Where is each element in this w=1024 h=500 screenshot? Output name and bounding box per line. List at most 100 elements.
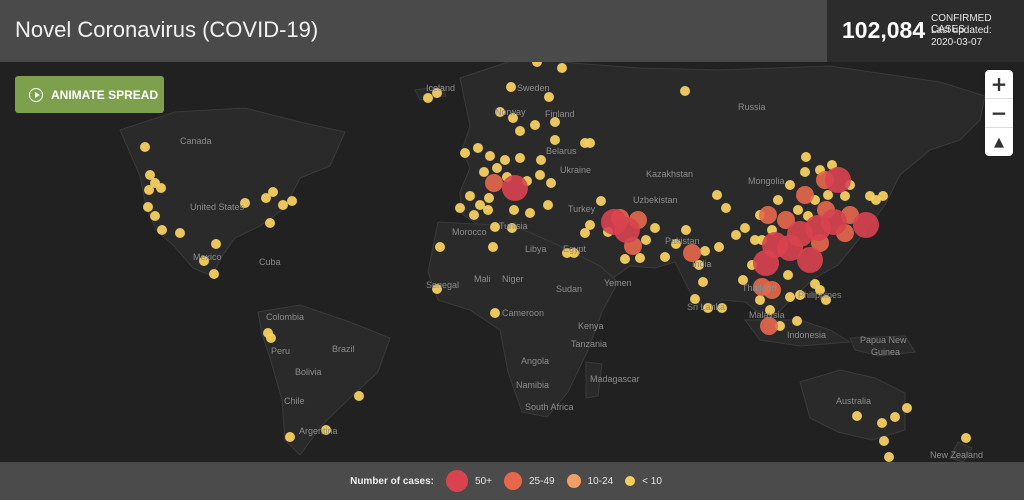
- case-marker[interactable]: [700, 246, 710, 256]
- case-marker[interactable]: [502, 175, 528, 201]
- case-marker[interactable]: [143, 202, 153, 212]
- case-marker[interactable]: [509, 205, 519, 215]
- case-marker[interactable]: [596, 196, 606, 206]
- case-marker[interactable]: [550, 135, 560, 145]
- case-marker[interactable]: [853, 212, 879, 238]
- case-marker[interactable]: [525, 208, 535, 218]
- case-marker[interactable]: [698, 277, 708, 287]
- case-marker[interactable]: [506, 82, 516, 92]
- reset-north-button[interactable]: ▲: [985, 128, 1013, 156]
- case-marker[interactable]: [157, 225, 167, 235]
- case-marker[interactable]: [546, 178, 556, 188]
- case-marker[interactable]: [721, 203, 731, 213]
- case-marker[interactable]: [614, 217, 640, 243]
- case-marker[interactable]: [797, 247, 823, 273]
- case-marker[interactable]: [783, 270, 793, 280]
- case-marker[interactable]: [821, 209, 847, 235]
- case-marker[interactable]: [140, 142, 150, 152]
- case-marker[interactable]: [580, 138, 590, 148]
- case-marker[interactable]: [278, 200, 288, 210]
- case-marker[interactable]: [753, 250, 779, 276]
- country-label: Indonesia: [787, 330, 827, 340]
- case-marker[interactable]: [759, 206, 777, 224]
- case-marker[interactable]: [650, 223, 660, 233]
- country-label: Libya: [525, 244, 547, 254]
- legend-item-50-plus: 50+: [446, 470, 492, 492]
- case-marker[interactable]: [660, 252, 670, 262]
- case-marker[interactable]: [485, 174, 503, 192]
- case-marker[interactable]: [585, 220, 595, 230]
- case-marker[interactable]: [287, 196, 297, 206]
- case-marker[interactable]: [515, 153, 525, 163]
- zoom-out-button[interactable]: −: [985, 99, 1013, 128]
- world-map[interactable]: Canada United States Mexico Cuba Colombia Per…: [0, 62, 1024, 462]
- case-marker[interactable]: [823, 190, 833, 200]
- case-marker[interactable]: [265, 218, 275, 228]
- case-marker[interactable]: [535, 170, 545, 180]
- case-marker[interactable]: [479, 167, 489, 177]
- case-marker[interactable]: [354, 391, 364, 401]
- animate-spread-button[interactable]: ANIMATE SPREAD: [15, 76, 164, 113]
- case-marker[interactable]: [490, 308, 500, 318]
- case-marker[interactable]: [557, 63, 567, 73]
- case-marker[interactable]: [423, 93, 433, 103]
- case-marker[interactable]: [825, 167, 851, 193]
- case-marker[interactable]: [641, 235, 651, 245]
- case-marker[interactable]: [890, 412, 900, 422]
- case-marker[interactable]: [515, 126, 525, 136]
- case-marker[interactable]: [500, 155, 510, 165]
- case-marker[interactable]: [792, 316, 802, 326]
- case-marker[interactable]: [681, 225, 691, 235]
- case-marker[interactable]: [785, 292, 795, 302]
- case-marker[interactable]: [268, 187, 278, 197]
- case-marker[interactable]: [793, 205, 803, 215]
- case-marker[interactable]: [488, 242, 498, 252]
- case-marker[interactable]: [530, 120, 540, 130]
- case-marker[interactable]: [544, 92, 554, 102]
- case-marker[interactable]: [266, 333, 276, 343]
- case-marker[interactable]: [455, 203, 465, 213]
- case-marker[interactable]: [877, 418, 887, 428]
- case-marker[interactable]: [714, 242, 724, 252]
- country-label: Tanzania: [571, 339, 608, 349]
- case-marker[interactable]: [902, 403, 912, 413]
- case-marker[interactable]: [492, 163, 502, 173]
- case-marker[interactable]: [543, 200, 553, 210]
- case-marker[interactable]: [150, 211, 160, 221]
- case-marker[interactable]: [635, 253, 645, 263]
- case-marker[interactable]: [536, 155, 546, 165]
- case-marker[interactable]: [878, 191, 888, 201]
- case-marker[interactable]: [473, 143, 483, 153]
- case-marker[interactable]: [483, 205, 493, 215]
- case-marker[interactable]: [285, 432, 295, 442]
- case-marker[interactable]: [773, 195, 783, 205]
- case-marker[interactable]: [796, 186, 814, 204]
- case-marker[interactable]: [156, 183, 166, 193]
- case-marker[interactable]: [884, 452, 894, 462]
- case-marker[interactable]: [209, 269, 219, 279]
- country-label: Thailand: [742, 283, 777, 293]
- zoom-in-button[interactable]: +: [985, 70, 1013, 99]
- case-marker[interactable]: [484, 193, 494, 203]
- case-marker[interactable]: [801, 152, 811, 162]
- legend-bar: Number of cases: 50+ 25-49 10-24 < 10: [0, 462, 1024, 500]
- case-marker[interactable]: [485, 151, 495, 161]
- case-marker[interactable]: [755, 295, 765, 305]
- case-marker[interactable]: [740, 223, 750, 233]
- case-marker[interactable]: [469, 210, 479, 220]
- case-marker[interactable]: [460, 148, 470, 158]
- case-marker[interactable]: [680, 86, 690, 96]
- case-marker[interactable]: [211, 239, 221, 249]
- case-marker[interactable]: [175, 228, 185, 238]
- case-marker[interactable]: [731, 230, 741, 240]
- case-marker[interactable]: [961, 433, 971, 443]
- case-marker[interactable]: [435, 242, 445, 252]
- case-marker[interactable]: [879, 436, 889, 446]
- case-marker[interactable]: [712, 190, 722, 200]
- case-marker[interactable]: [144, 185, 154, 195]
- case-marker[interactable]: [465, 191, 475, 201]
- case-marker[interactable]: [785, 180, 795, 190]
- case-marker[interactable]: [620, 254, 630, 264]
- case-marker[interactable]: [852, 411, 862, 421]
- case-marker[interactable]: [800, 167, 810, 177]
